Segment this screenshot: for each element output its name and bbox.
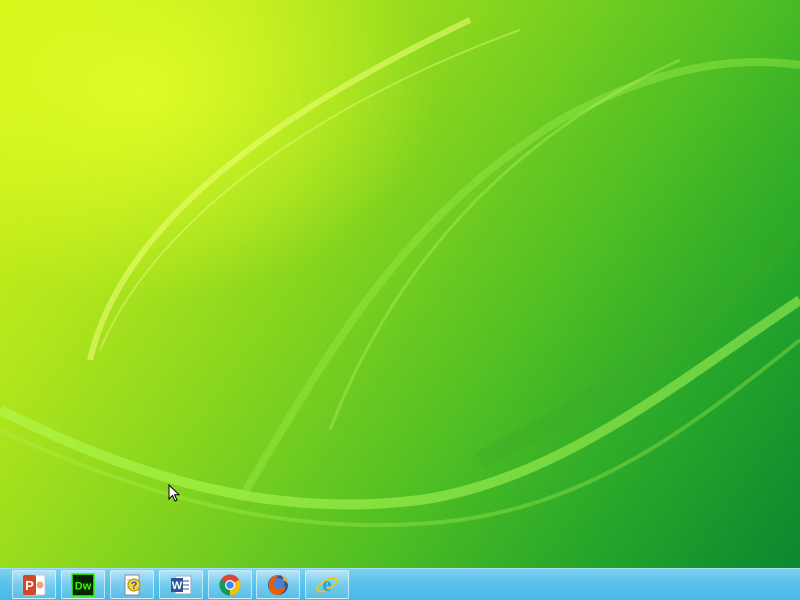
firefox-icon [268,574,288,595]
powerpoint-icon: P [22,574,46,595]
mouse-cursor-icon [168,484,180,502]
taskbar-button-powerpoint[interactable]: P [12,570,56,599]
svg-text:P: P [25,578,34,593]
internet-explorer-icon: e [316,574,338,596]
desktop[interactable] [0,0,800,568]
chrome-icon [219,574,241,595]
taskbar-button-internet-explorer[interactable]: e [305,570,349,599]
help-document-icon: ? [124,574,141,595]
taskbar-button-help[interactable]: ? [110,570,154,599]
svg-text:W: W [172,580,183,592]
taskbar-button-firefox[interactable] [256,570,300,599]
svg-text:Dw: Dw [75,580,92,592]
taskbar: P Dw ? W e [0,568,800,600]
taskbar-button-chrome[interactable] [208,570,252,599]
svg-text:e: e [323,574,332,596]
svg-text:?: ? [131,580,138,592]
dreamweaver-icon: Dw [71,572,95,597]
wallpaper-swooshes [0,17,800,528]
word-icon: W [171,575,192,594]
taskbar-button-dreamweaver[interactable]: Dw [61,570,105,599]
taskbar-button-word[interactable]: W [159,570,203,599]
